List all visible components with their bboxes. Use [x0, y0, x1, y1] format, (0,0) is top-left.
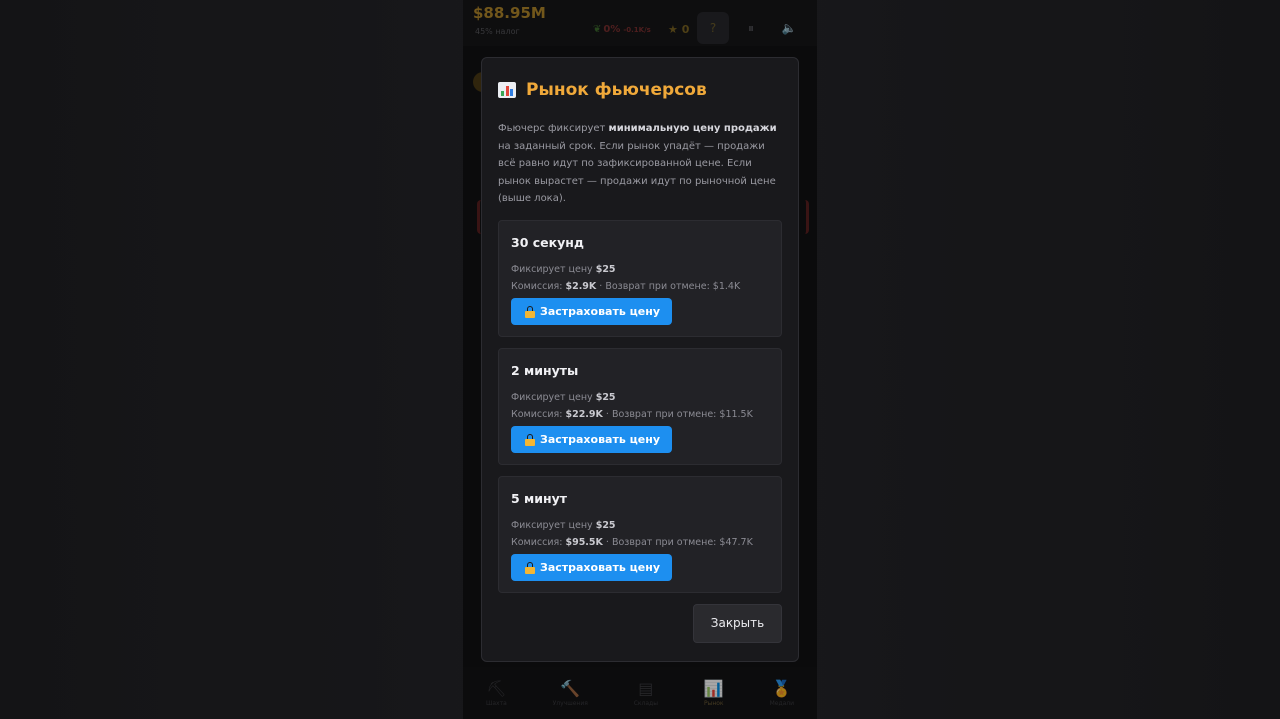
close-button[interactable]: Закрыть — [693, 603, 782, 643]
screen: $88.95M 45% налог ❦ 0% -0.1K/s ★ 0 ? ⏸ 🔈 ⛏… — [0, 0, 1280, 719]
plan-name: 2 минуты — [511, 362, 579, 378]
plan-fixed-price: Фиксирует цену $25 — [511, 519, 616, 531]
lock-icon — [525, 561, 535, 574]
futures-plan-30s: 30 секунд Фиксирует цену $25 Комиссия: $… — [498, 219, 782, 337]
desc-text: на заданный срок. Если рынок упадёт — пр… — [498, 140, 776, 205]
dialog-title-text: Рынок фьючерсов — [526, 80, 707, 100]
dialog-footer: Закрыть — [498, 603, 782, 643]
desc-text: Фьючерс фиксирует — [498, 123, 609, 134]
lock-icon — [525, 433, 535, 446]
plan-fee: Комиссия: $22.9K · Возврат при отмене: $… — [511, 408, 753, 420]
insure-price-button[interactable]: Застраховать цену — [511, 553, 673, 581]
plan-name: 30 секунд — [511, 234, 584, 250]
plan-fee: Комиссия: $2.9K · Возврат при отмене: $1… — [511, 280, 741, 292]
plan-name: 5 минут — [511, 490, 568, 506]
button-label: Застраховать цену — [540, 560, 661, 574]
button-label: Застраховать цену — [540, 432, 661, 446]
futures-plan-2m: 2 минуты Фиксирует цену $25 Комиссия: $2… — [498, 347, 782, 465]
desc-bold: минимальную цену продажи — [608, 123, 777, 134]
plan-fixed-price: Фиксирует цену $25 — [511, 391, 616, 403]
insure-price-button[interactable]: Застраховать цену — [511, 297, 673, 325]
dialog-title: Рынок фьючерсов — [498, 78, 782, 102]
plan-fee: Комиссия: $95.5K · Возврат при отмене: $… — [511, 536, 753, 548]
plan-fixed-price: Фиксирует цену $25 — [511, 263, 616, 275]
futures-market-dialog: Рынок фьючерсов Фьючерс фиксирует минима… — [481, 57, 799, 662]
dialog-description: Фьючерс фиксирует минимальную цену прода… — [498, 120, 782, 208]
bar-chart-icon — [498, 82, 516, 98]
lock-icon — [525, 305, 535, 318]
button-label: Застраховать цену — [540, 304, 661, 318]
insure-price-button[interactable]: Застраховать цену — [511, 425, 673, 453]
futures-plan-5m: 5 минут Фиксирует цену $25 Комиссия: $95… — [498, 475, 782, 593]
